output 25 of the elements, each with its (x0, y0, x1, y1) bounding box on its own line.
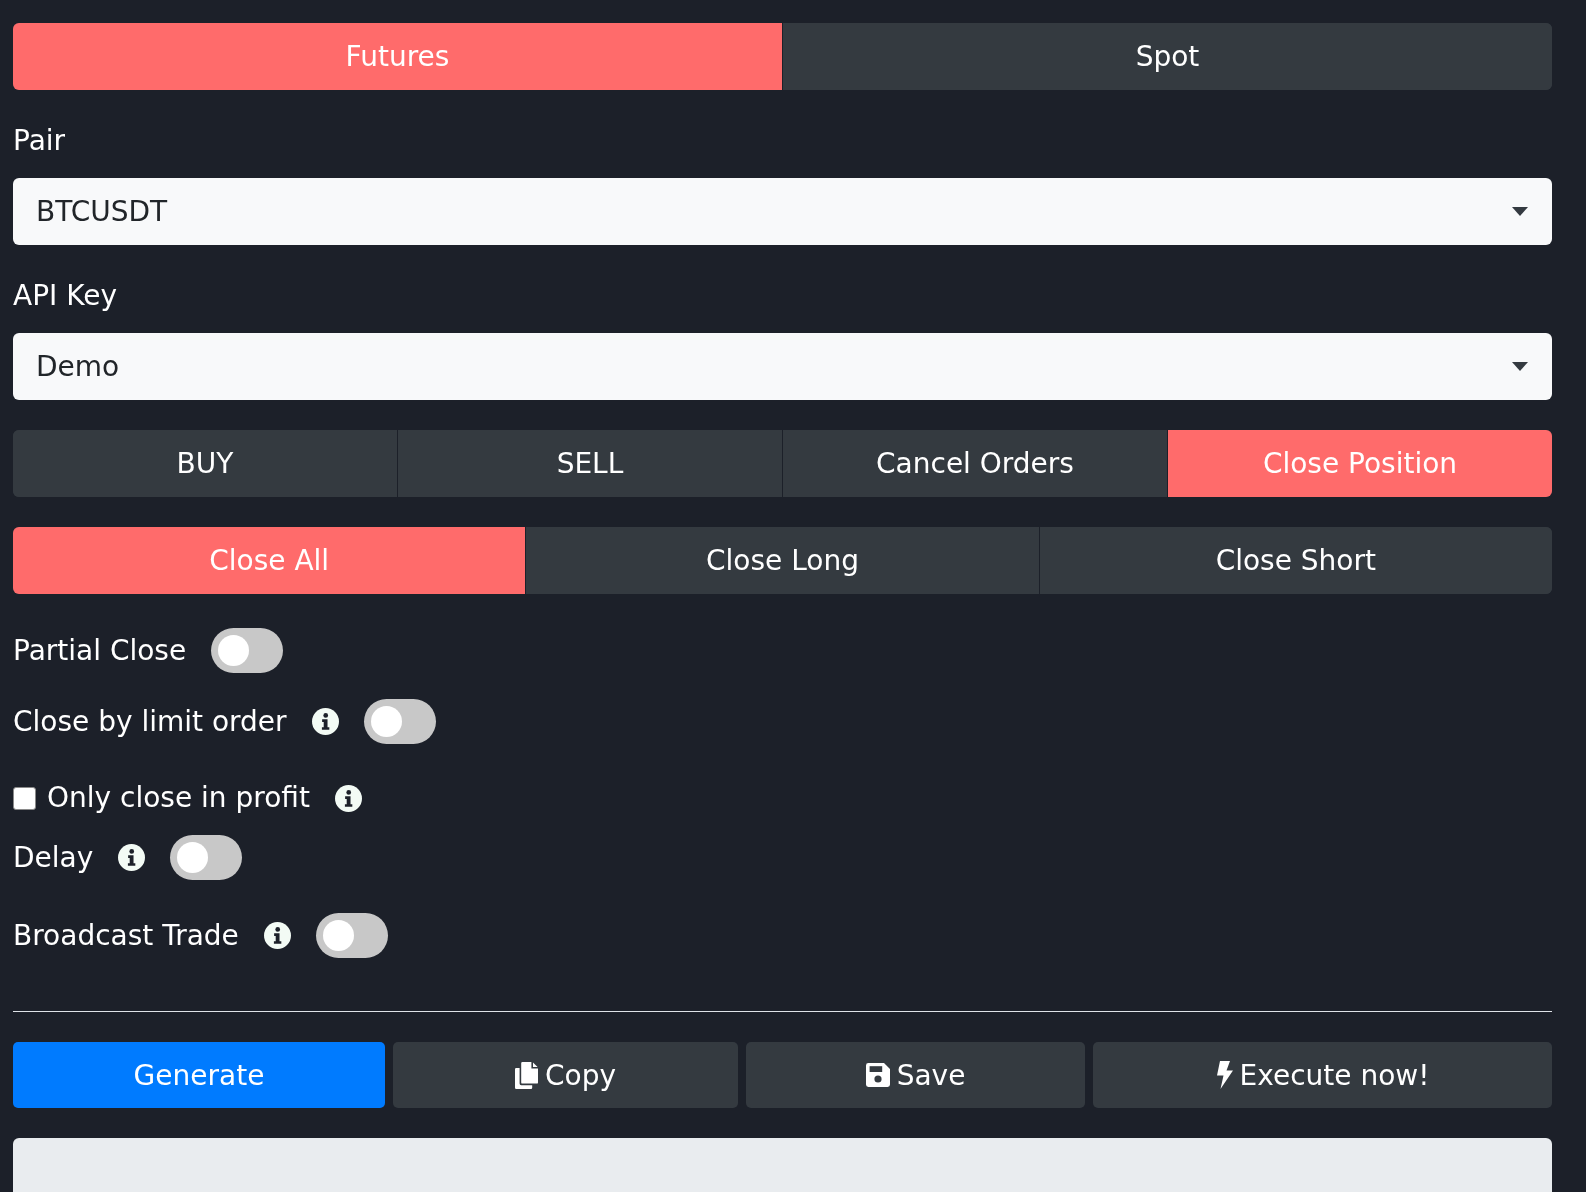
copy-icon (515, 1061, 538, 1089)
checkbox[interactable] (13, 786, 36, 810)
field-label: API Key (13, 278, 117, 314)
option-label: Only close in profit (47, 780, 310, 816)
toggle-switch[interactable] (315, 913, 388, 958)
copy-button[interactable]: Copy (393, 1042, 738, 1108)
lightning-bolt-icon (1215, 1061, 1233, 1089)
option-label: Close by limit order (13, 703, 287, 740)
close-tab[interactable]: Close Short (1038, 527, 1552, 594)
caret-icon (1512, 207, 1528, 216)
caret-icon (1512, 362, 1528, 371)
select-field[interactable]: BTCUSDT (13, 178, 1552, 245)
toggle-switch[interactable] (170, 835, 243, 880)
execute-button[interactable]: Execute now! (1093, 1042, 1552, 1108)
toggle-switch[interactable] (363, 699, 436, 744)
save-button[interactable]: Save (746, 1042, 1085, 1108)
option-label: Broadcast Trade (13, 917, 239, 954)
option-label: Delay (13, 839, 94, 876)
select-field[interactable]: Demo (13, 333, 1552, 400)
field-label: Pair (13, 123, 66, 159)
output-field[interactable] (13, 1138, 1552, 1192)
option-label: Partial Close (13, 632, 187, 669)
toggle-switch[interactable] (211, 628, 284, 673)
market-tab[interactable]: Spot (782, 23, 1552, 90)
generate-button[interactable]: Generate (13, 1042, 385, 1108)
